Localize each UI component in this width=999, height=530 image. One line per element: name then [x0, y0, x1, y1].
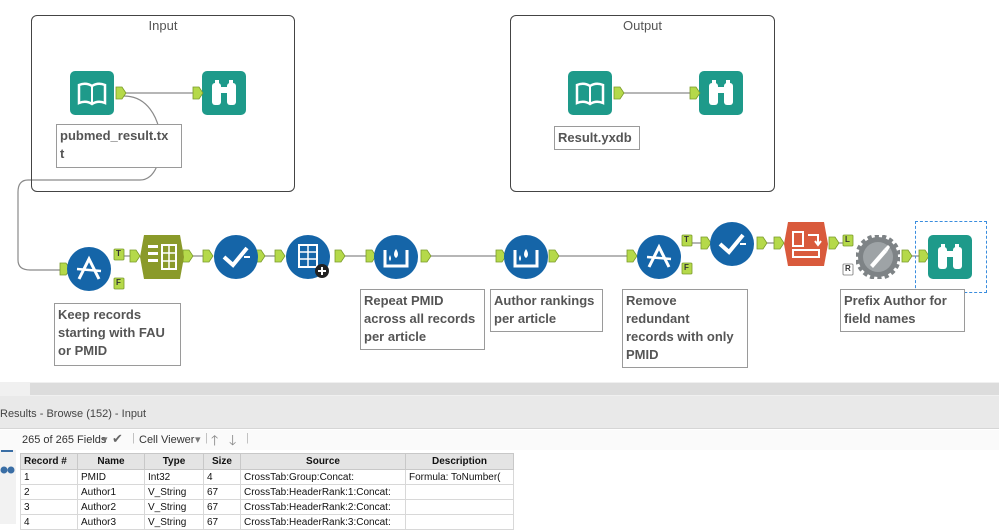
results-table: Record # Name Type Size Source Descripti… — [20, 453, 514, 530]
canvas-scrollbar-thumb[interactable] — [30, 383, 999, 395]
cell: CrossTab:HeaderRank:2:Concat: — [240, 499, 406, 515]
arrow-down-icon[interactable]: 🡓 — [229, 430, 236, 454]
cell — [405, 499, 514, 515]
cell: V_String — [144, 484, 204, 500]
cell — [405, 514, 514, 530]
results-title: Results - Browse (152) - Input — [0, 408, 147, 420]
col-header[interactable]: Description — [405, 453, 514, 470]
filter-icon — [67, 247, 111, 291]
cell: 4 — [203, 469, 241, 485]
record-id-tool[interactable] — [286, 235, 330, 279]
col-header[interactable]: Size — [203, 453, 241, 470]
filter1-annotation: Keep records starting with FAU or PMID — [54, 303, 181, 366]
beaker-icon — [504, 235, 548, 279]
col-header[interactable]: Type — [144, 453, 204, 470]
cell: CrossTab:Group:Concat: — [240, 469, 406, 485]
table-row[interactable]: 2 Author1 V_String 67 CrossTab:HeaderRan… — [20, 484, 514, 500]
checkmark-icon — [214, 235, 258, 279]
cell: 67 — [203, 499, 241, 515]
toolbar-separator-2: | — [205, 432, 208, 444]
cell: PMID — [77, 469, 145, 485]
cell: 1 — [20, 469, 78, 485]
table-plus-icon — [286, 235, 330, 279]
filter-tool-1[interactable] — [67, 247, 111, 291]
gear-icon — [856, 235, 900, 279]
select-tool[interactable] — [214, 235, 258, 279]
fields-select[interactable]: 265 of 265 Fields — [22, 434, 106, 446]
filter2-annotation: Remove redundant records with only PMID — [622, 289, 748, 368]
cell: 67 — [203, 484, 241, 500]
fields-dropdown-icon[interactable]: ▾ — [102, 433, 108, 446]
cell: 3 — [20, 499, 78, 515]
cell: Author3 — [77, 514, 145, 530]
cross-tab-tool[interactable] — [784, 222, 828, 266]
table-row[interactable]: 3 Author2 V_String 67 CrossTab:HeaderRan… — [20, 499, 514, 515]
table-row[interactable]: 1 PMID Int32 4 CrossTab:Group:Concat: Fo… — [20, 469, 514, 485]
table-row[interactable]: 4 Author3 V_String 67 CrossTab:HeaderRan… — [20, 514, 514, 530]
col-header[interactable]: Record # — [20, 453, 78, 470]
multi-row-formula-tool-2[interactable] — [504, 235, 548, 279]
formula-tool[interactable] — [856, 235, 900, 279]
cell: 4 — [20, 514, 78, 530]
true-anchor-label-2: T — [684, 235, 689, 244]
cell: Int32 — [144, 469, 204, 485]
cell: CrossTab:HeaderRank:3:Concat: — [240, 514, 406, 530]
formula-annotation: Prefix Author for field names — [840, 289, 965, 332]
cell: Author2 — [77, 499, 145, 515]
binoculars-icon — [928, 235, 972, 279]
checkmark-icon — [710, 222, 754, 266]
right-anchor-label: R — [845, 264, 851, 273]
cell: 67 — [203, 514, 241, 530]
cell: Formula: ToNumber( — [405, 469, 514, 485]
multirow1-annotation: Repeat PMID across all records per artic… — [360, 289, 485, 350]
text-to-columns-tool[interactable] — [140, 235, 184, 279]
results-header — [0, 396, 999, 429]
crosstab-icon — [784, 222, 828, 266]
multi-row-formula-tool-1[interactable] — [374, 235, 418, 279]
results-toolbar: 265 of 265 Fields ▾ ✔ | Cell Viewer ▾ | … — [0, 430, 999, 450]
col-header[interactable]: Name — [77, 453, 145, 470]
filter-icon — [637, 235, 681, 279]
cell: Author1 — [77, 484, 145, 500]
toolbar-separator-3: | — [246, 432, 249, 444]
browse-tool-final[interactable] — [928, 235, 972, 279]
beaker-icon — [374, 235, 418, 279]
cell-viewer-select[interactable]: Cell Viewer — [139, 434, 194, 446]
results-header-row: Record # Name Type Size Source Descripti… — [20, 453, 514, 470]
text-columns-icon — [140, 235, 184, 279]
select-tool-2[interactable] — [710, 222, 754, 266]
false-anchor-label-1: F — [116, 278, 121, 287]
cell: CrossTab:HeaderRank:1:Concat: — [240, 484, 406, 500]
arrow-up-icon[interactable]: 🡑 — [211, 430, 218, 454]
cell: V_String — [144, 514, 204, 530]
toolbar-separator-1: | — [132, 432, 135, 444]
viewer-dropdown-icon[interactable]: ▾ — [195, 433, 201, 446]
filter-tool-2[interactable] — [637, 235, 681, 279]
cell — [405, 484, 514, 500]
col-header[interactable]: Source — [240, 453, 406, 470]
check-icon[interactable]: ✔ — [112, 431, 123, 447]
binoculars-small-icon — [0, 466, 15, 474]
left-anchor-label: L — [845, 235, 850, 244]
workflow-canvas[interactable]: Input Output pubmed_result.tx t Result.y… — [0, 0, 999, 382]
true-anchor-label-1: T — [116, 249, 121, 258]
cell: V_String — [144, 499, 204, 515]
cell: 2 — [20, 484, 78, 500]
multirow2-annotation: Author rankings per article — [490, 289, 603, 332]
false-anchor-label-2: F — [684, 263, 689, 272]
